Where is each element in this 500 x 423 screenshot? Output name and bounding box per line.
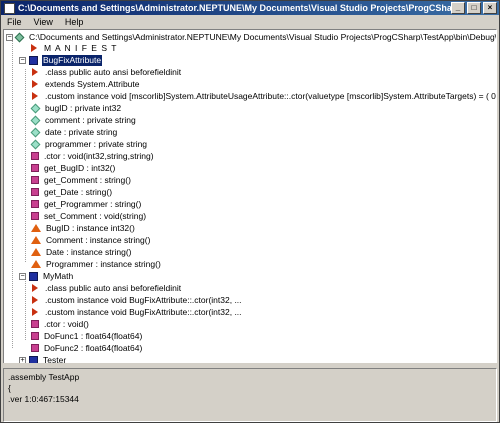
- menu-bar: File View Help: [1, 15, 499, 29]
- tree-item[interactable]: get_Programmer : string(): [31, 198, 142, 210]
- collapse-icon[interactable]: −: [19, 272, 26, 280]
- directive-icon: [31, 44, 37, 52]
- collapse-icon[interactable]: −: [19, 56, 26, 64]
- mymath-label: MyMath: [43, 270, 74, 281]
- method-icon: [31, 212, 39, 220]
- assembly-tree[interactable]: − C:\Documents and Settings\Administrato…: [3, 29, 497, 365]
- tree-item-bugfixattribute[interactable]: − BugFixAttribute: [19, 54, 103, 66]
- tree-item-label: Date : instance string(): [46, 246, 132, 257]
- directive-icon: [32, 308, 38, 316]
- bugfix-label: BugFixAttribute: [42, 54, 103, 66]
- tree-item[interactable]: .custom instance void BugFixAttribute::.…: [31, 294, 243, 306]
- property-icon: [31, 224, 41, 232]
- tree-item-label: comment : private string: [45, 114, 136, 125]
- class-icon: [29, 55, 38, 65]
- directive-icon: [32, 92, 38, 100]
- class-icon: [29, 271, 38, 281]
- tree-root-label: C:\Documents and Settings\Administrator.…: [29, 31, 497, 42]
- tree-item[interactable]: .custom instance void BugFixAttribute::.…: [31, 306, 243, 318]
- tree-item[interactable]: comment : private string: [30, 114, 137, 126]
- tree-item[interactable]: get_Comment : string(): [31, 174, 132, 186]
- tree-item[interactable]: .custom instance void [mscorlib]System.A…: [31, 90, 497, 102]
- method-icon: [31, 332, 39, 340]
- tree-item[interactable]: get_BugID : int32(): [31, 162, 116, 174]
- app-icon: [4, 2, 15, 14]
- disassembly-pane: .assembly TestApp { .ver 1:0:467:15344: [3, 368, 497, 422]
- tree-item[interactable]: Comment : instance string(): [31, 234, 151, 246]
- tree-item[interactable]: .class public auto ansi beforefieldinit: [31, 282, 182, 294]
- disasm-line: {: [8, 383, 11, 393]
- tree-item-label: Comment : instance string(): [46, 234, 151, 245]
- tree-item-label: .class public auto ansi beforefieldinit: [45, 66, 182, 77]
- tree-item-label: programmer : private string: [45, 138, 148, 149]
- method-icon: [31, 176, 39, 184]
- tree-item[interactable]: DoFunc2 : float64(float64): [31, 342, 143, 354]
- manifest-label: M A N I F E S T: [44, 42, 118, 53]
- menu-help[interactable]: Help: [59, 17, 90, 27]
- directive-icon: [32, 68, 38, 76]
- tree-item[interactable]: date : private string: [30, 126, 118, 138]
- menu-file[interactable]: File: [1, 17, 28, 27]
- field-icon: [30, 127, 41, 137]
- tree-item-label: DoFunc1 : float64(float64): [44, 330, 143, 341]
- tree-item-label: get_BugID : int32(): [44, 162, 116, 173]
- tree-item-label: get_Programmer : string(): [44, 198, 142, 209]
- tree-item-label: .class public auto ansi beforefieldinit: [45, 282, 182, 293]
- tree-item[interactable]: programmer : private string: [30, 138, 148, 150]
- property-icon: [31, 248, 41, 256]
- tree-item[interactable]: bugID : private int32: [30, 102, 122, 114]
- method-icon: [31, 164, 39, 172]
- assembly-icon: [14, 32, 25, 42]
- tree-item-label: .custom instance void BugFixAttribute::.…: [45, 294, 242, 305]
- property-icon: [31, 236, 41, 244]
- tree-item-label: get_Date : string(): [44, 186, 113, 197]
- tree-item[interactable]: .ctor : void(): [31, 318, 90, 330]
- directive-icon: [32, 284, 38, 292]
- method-icon: [31, 200, 39, 208]
- tree-item-label: .custom instance void [mscorlib]System.A…: [45, 90, 497, 101]
- tree-item-manifest[interactable]: M A N I F E S T: [30, 42, 118, 54]
- property-icon: [31, 260, 41, 268]
- field-icon: [30, 115, 41, 125]
- disasm-line: .ver 1:0:467:15344: [8, 394, 79, 404]
- tree-item[interactable]: .class public auto ansi beforefieldinit: [31, 66, 182, 78]
- method-icon: [31, 344, 39, 352]
- method-icon: [31, 188, 39, 196]
- tree-item-label: .ctor : void(int32,string,string): [44, 150, 154, 161]
- collapse-icon[interactable]: −: [6, 33, 13, 41]
- tree-item-label: get_Comment : string(): [44, 174, 131, 185]
- tree-item[interactable]: DoFunc1 : float64(float64): [31, 330, 143, 342]
- tree-item[interactable]: Date : instance string(): [31, 246, 133, 258]
- disasm-line: .assembly TestApp: [8, 372, 80, 382]
- tree-item-label: set_Comment : void(string): [44, 210, 147, 221]
- field-icon: [30, 103, 41, 113]
- tree-item-label: Programmer : instance string(): [46, 258, 161, 269]
- tree-item[interactable]: BugID : instance int32(): [31, 222, 136, 234]
- method-icon: [31, 152, 39, 160]
- tree-item-label: extends System.Attribute: [45, 78, 140, 89]
- tree-item-label: BugID : instance int32(): [46, 222, 135, 233]
- tree-item[interactable]: .ctor : void(int32,string,string): [31, 150, 155, 162]
- tree-item-label: DoFunc2 : float64(float64): [44, 342, 143, 353]
- window-title: C:\Documents and Settings\Administrator.…: [18, 3, 451, 13]
- field-icon: [30, 139, 41, 149]
- menu-view[interactable]: View: [28, 17, 59, 27]
- directive-icon: [32, 80, 38, 88]
- tree-item-label: .custom instance void BugFixAttribute::.…: [45, 306, 242, 317]
- app-window: C:\Documents and Settings\Administrator.…: [0, 0, 500, 423]
- tree-item-label: date : private string: [45, 126, 118, 137]
- tree-item[interactable]: Programmer : instance string(): [31, 258, 162, 270]
- method-icon: [31, 320, 39, 328]
- tree-item-mymath[interactable]: − MyMath: [19, 270, 74, 282]
- tree-item-label: .ctor : void(): [44, 318, 89, 329]
- title-bar: C:\Documents and Settings\Administrator.…: [1, 1, 499, 15]
- minimize-button[interactable]: _: [451, 2, 465, 14]
- tree-item[interactable]: set_Comment : void(string): [31, 210, 147, 222]
- directive-icon: [32, 296, 38, 304]
- tree-item[interactable]: extends System.Attribute: [31, 78, 141, 90]
- close-button[interactable]: ×: [483, 2, 497, 14]
- tree-item[interactable]: get_Date : string(): [31, 186, 113, 198]
- tree-item-label: bugID : private int32: [45, 102, 122, 113]
- maximize-button[interactable]: □: [467, 2, 481, 14]
